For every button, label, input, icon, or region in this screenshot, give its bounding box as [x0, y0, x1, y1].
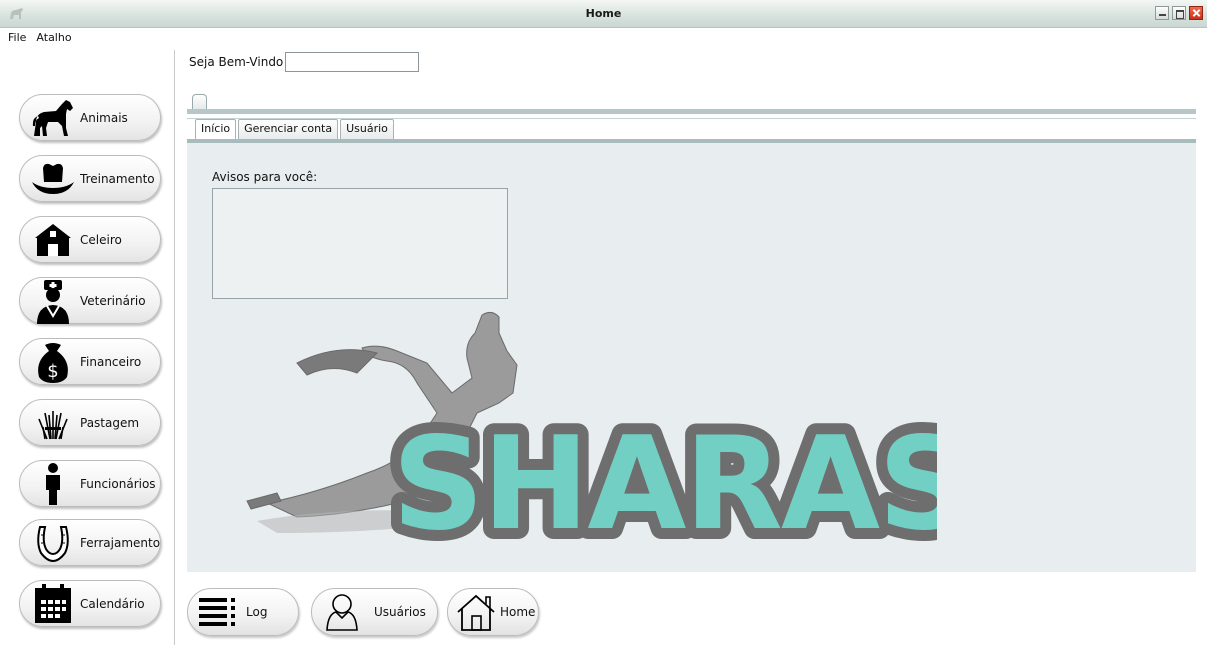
cowboy-hat-icon [30, 158, 76, 200]
sidebar-item-funcionarios[interactable]: Funcionários [19, 460, 161, 507]
logo-text: SHARAS [392, 410, 937, 543]
house-icon [454, 591, 498, 633]
svg-text:$: $ [47, 361, 58, 382]
sharas-logo: SHARAS SHARAS [246, 311, 937, 543]
menu-file[interactable]: File [8, 31, 26, 44]
log-button[interactable]: Log [187, 588, 299, 636]
minimize-icon[interactable] [1155, 6, 1169, 20]
home-button[interactable]: Home [447, 588, 539, 636]
grass-icon [30, 402, 76, 444]
close-icon[interactable] [1189, 6, 1203, 20]
sidebar-item-treinamento[interactable]: Treinamento [19, 155, 161, 202]
welcome-user-field[interactable] [285, 52, 419, 72]
calendar-icon [30, 583, 76, 625]
notices-textarea[interactable] [212, 188, 508, 299]
sidebar-divider [174, 50, 175, 645]
sidebar-item-label: Celeiro [80, 232, 122, 247]
barn-icon [30, 219, 76, 261]
menu-bar: File Atalho [0, 28, 72, 46]
collapsed-tab[interactable] [192, 94, 207, 110]
notices-label: Avisos para você: [212, 170, 318, 184]
money-bag-icon: $ [30, 341, 76, 383]
horseshoe-icon [30, 522, 76, 564]
menu-atalho[interactable]: Atalho [36, 31, 71, 44]
sidebar-item-label: Ferrajamento [80, 535, 161, 550]
sidebar-item-calendario[interactable]: Calendário [19, 580, 161, 627]
tab-gerenciar-conta[interactable]: Gerenciar conta [238, 119, 339, 139]
log-button-label: Log [246, 605, 268, 619]
sidebar-item-label: Veterinário [80, 293, 146, 308]
title-bar: Home [0, 0, 1207, 28]
sidebar-item-celeiro[interactable]: Celeiro [19, 216, 161, 263]
usuarios-button-label: Usuários [374, 605, 426, 619]
tab-usuario[interactable]: Usuário [340, 119, 394, 139]
sidebar-item-animais[interactable]: Animais [19, 94, 161, 141]
sidebar-item-label: Animais [80, 110, 128, 125]
window-title: Home [585, 7, 622, 20]
list-icon [196, 591, 240, 633]
sidebar-item-ferrajamento[interactable]: Ferrajamento [19, 519, 161, 566]
sidebar-item-pastagem[interactable]: Pastagem [19, 399, 161, 446]
tab-inicio[interactable]: Início [195, 119, 237, 139]
horse-icon [30, 97, 76, 139]
home-button-label: Home [500, 605, 536, 619]
home-panel: Avisos para você: SHARAS SHARAS [187, 143, 1196, 572]
sharas-wordmark: SHARAS SHARAS [381, 399, 937, 543]
sidebar-item-veterinario[interactable]: Veterinário [19, 277, 161, 324]
sidebar-item-label: Funcionários [80, 476, 156, 491]
maximize-icon[interactable] [1172, 6, 1186, 20]
user-icon [320, 591, 364, 633]
veterinarian-icon [30, 279, 76, 324]
welcome-label: Seja Bem-Vindo [189, 55, 284, 69]
sidebar-item-label: Financeiro [80, 354, 142, 369]
tab-strip-bar [187, 109, 1196, 114]
sidebar-item-label: Calendário [80, 596, 145, 611]
tab-bar: Início Gerenciar conta Usuário [195, 119, 394, 139]
sidebar-item-label: Pastagem [80, 415, 140, 430]
sidebar-item-financeiro[interactable]: $ Financeiro [19, 338, 161, 385]
person-icon [30, 462, 76, 505]
sidebar-item-label: Treinamento [80, 171, 155, 186]
usuarios-button[interactable]: Usuários [311, 588, 438, 636]
